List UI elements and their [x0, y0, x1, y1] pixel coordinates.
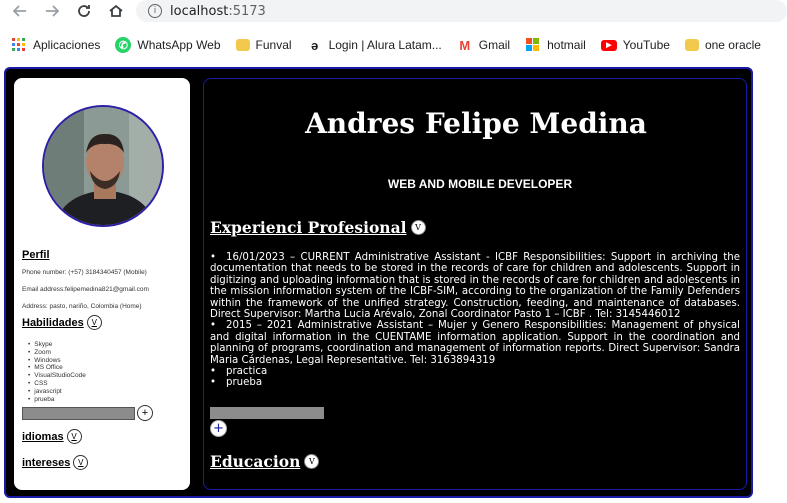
idiomas-section: idiomas V [22, 429, 82, 444]
bookmark-one-oracle[interactable]: one oracle [684, 38, 761, 52]
bookmark-label: Aplicaciones [33, 38, 101, 52]
education-section-header: Educacion V [210, 452, 320, 471]
list-item: MS Office [28, 364, 86, 372]
bookmark-label: YouTube [622, 38, 670, 52]
bookmark-label: hotmail [547, 38, 586, 52]
info-icon[interactable]: i [148, 4, 162, 18]
bookmark-aplicaciones[interactable]: Aplicaciones [11, 37, 100, 53]
bookmark-label: WhatsApp Web [137, 38, 221, 52]
intereses-toggle-button[interactable]: V [73, 455, 89, 470]
bookmark-funval[interactable]: Funval [235, 38, 292, 52]
job-title: WEB AND MOBILE DEVELOPER [387, 177, 573, 191]
habilidades-heading[interactable]: Habilidades [22, 317, 84, 329]
bookmark-label: Gmail [478, 38, 511, 52]
bookmark-alura[interactable]: ə Login | Alura Latam... [307, 37, 442, 53]
experience-toggle-button[interactable]: V [410, 220, 426, 235]
main-panel: Andres Felipe Medina WEB AND MOBILE DEVE… [203, 78, 747, 490]
phone-text: Phone number: (+57) 3184340457 (Mobile) [22, 269, 147, 276]
list-item: CSS [28, 380, 86, 388]
browser-toolbar: i localhost:5173 [0, 0, 787, 23]
list-item: prueba [28, 396, 86, 404]
list-item: prueba [210, 377, 740, 388]
reload-icon[interactable] [74, 1, 94, 21]
list-item: practica [210, 366, 740, 377]
bookmark-youtube[interactable]: ▶ YouTube [600, 38, 670, 52]
apps-grid-icon [11, 37, 27, 53]
cv-page: Perfil Phone number: (+57) 3184340457 (M… [4, 67, 753, 498]
list-item: VisualStudioCode [28, 372, 86, 380]
list-item: 16/01/2023 – CURRENT Administrative Assi… [210, 252, 740, 320]
experience-heading[interactable]: Experienci Profesional [210, 218, 407, 237]
back-arrow-icon[interactable] [10, 1, 30, 21]
address-bar[interactable]: i localhost:5173 [136, 0, 787, 22]
address-text: Address: pasto, nariño, Colombia (Home) [22, 303, 142, 310]
url-host: localhost [170, 3, 229, 19]
youtube-icon: ▶ [600, 39, 617, 51]
education-toggle-button[interactable]: V [304, 454, 320, 469]
add-experience-button[interactable]: + [210, 420, 227, 437]
bookmark-label: one oracle [704, 38, 761, 52]
education-heading[interactable]: Educacion [210, 452, 300, 471]
perfil-section: Perfil [22, 249, 50, 261]
idiomas-heading[interactable]: idiomas [22, 431, 64, 443]
gmail-icon: M [459, 37, 471, 53]
bookmark-gmail[interactable]: M Gmail [457, 37, 510, 53]
experience-input[interactable] [210, 407, 324, 419]
bookmarks-bar: Aplicaciones ✆ WhatsApp Web Funval ə Log… [0, 32, 787, 58]
list-item: Skype [28, 341, 86, 349]
email-text: Email address:felipemedina821@gmail.com [22, 286, 149, 293]
experience-list: 16/01/2023 – CURRENT Administrative Assi… [210, 252, 740, 389]
habilidades-section: Habilidades V [22, 315, 102, 330]
list-item: Zoom [28, 349, 86, 357]
experience-section-header: Experienci Profesional V [210, 218, 426, 237]
bookmark-whatsapp[interactable]: ✆ WhatsApp Web [115, 37, 221, 53]
skill-add-row: + [22, 405, 153, 421]
perfil-heading[interactable]: Perfil [22, 249, 50, 261]
list-item: Windows [28, 357, 86, 365]
add-skill-button[interactable]: + [137, 405, 153, 421]
profile-sidebar: Perfil Phone number: (+57) 3184340457 (M… [14, 78, 190, 490]
list-item: javascript [28, 388, 86, 396]
bookmark-label: Login | Alura Latam... [328, 38, 442, 52]
folder-icon [684, 39, 699, 51]
intereses-section: intereses V [22, 455, 89, 470]
forward-arrow-icon[interactable] [42, 1, 62, 21]
home-icon[interactable] [106, 1, 126, 21]
microsoft-icon [525, 37, 541, 53]
url-port: :5173 [228, 3, 266, 19]
experience-add-row [210, 407, 324, 419]
bookmark-hotmail[interactable]: hotmail [525, 37, 586, 53]
contact-info: Phone number: (+57) 3184340457 (Mobile) … [22, 268, 187, 311]
idiomas-toggle-button[interactable]: V [66, 429, 82, 444]
habilidades-toggle-button[interactable]: V [86, 315, 102, 330]
page-title: Andres Felipe Medina [305, 107, 647, 140]
bookmark-label: Funval [255, 38, 292, 52]
skills-list: Skype Zoom Windows MS Office VisualStudi… [22, 341, 86, 403]
intereses-heading[interactable]: intereses [22, 457, 70, 469]
whatsapp-icon: ✆ [115, 37, 132, 53]
list-item: 2015 – 2021 Administrative Assistant – M… [210, 320, 740, 366]
skill-input[interactable] [22, 406, 135, 420]
folder-icon [235, 39, 250, 51]
alura-icon: ə [310, 37, 319, 53]
avatar [42, 105, 164, 227]
